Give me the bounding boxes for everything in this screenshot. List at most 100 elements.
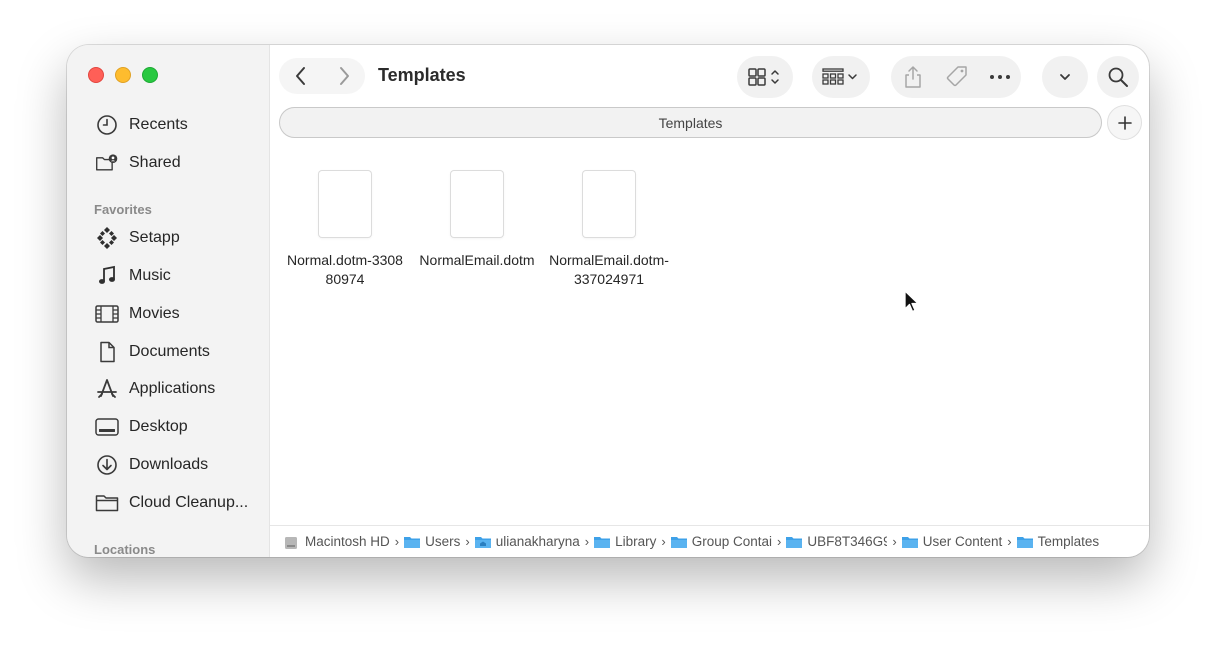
chevron-down-icon <box>1060 74 1070 80</box>
new-tab-button[interactable] <box>1108 106 1141 139</box>
sidebar-item-label: Documents <box>129 343 210 360</box>
minimize-button[interactable] <box>115 67 131 83</box>
applications-icon <box>95 377 119 401</box>
crumb-label: Templates <box>1037 534 1100 549</box>
share-icon <box>905 66 921 88</box>
file-item[interactable]: NormalEmail.dotm <box>416 171 538 270</box>
sidebar: Recents Shared Favorites Setapp Music Mo… <box>67 45 270 557</box>
path-crumb-macintosh-hd[interactable]: Macintosh HD <box>284 534 390 549</box>
search-icon <box>1108 67 1128 87</box>
sidebar-item-cloud-cleanup[interactable]: Cloud Cleanup... <box>95 488 265 518</box>
file-name: NormalEmail.dotm-337024971 <box>549 252 669 287</box>
sidebar-item-desktop[interactable]: Desktop <box>95 412 265 442</box>
path-separator: › <box>1007 534 1012 549</box>
document-file-icon <box>583 171 635 237</box>
music-note-icon <box>95 264 119 288</box>
tag-icon <box>946 66 967 87</box>
search-button[interactable] <box>1097 56 1139 98</box>
crumb-label: Group Contai <box>691 534 773 549</box>
path-crumb-user-content[interactable]: User Content <box>901 534 1003 549</box>
desktop-icon <box>95 415 119 439</box>
close-button[interactable] <box>88 67 104 83</box>
sidebar-item-downloads[interactable]: Downloads <box>95 450 265 480</box>
sidebar-item-applications[interactable]: Applications <box>95 374 265 404</box>
crumb-label: UBF8T346G9 <box>807 534 888 549</box>
sidebar-item-setapp[interactable]: Setapp <box>95 223 265 253</box>
sidebar-item-label: Music <box>129 267 171 284</box>
document-file-icon <box>319 171 371 237</box>
favorites-header: Favorites <box>94 202 152 217</box>
sidebar-item-music[interactable]: Music <box>95 261 265 291</box>
folder-icon <box>901 536 918 548</box>
file-name: NormalEmail.dotm <box>419 252 535 268</box>
locations-header: Locations <box>94 542 156 557</box>
navigation-buttons <box>279 58 365 94</box>
crumb-label: User Content <box>922 534 1003 549</box>
home-folder-icon <box>474 536 491 548</box>
sidebar-item-label: Setapp <box>129 229 180 246</box>
path-crumb-library[interactable]: Library <box>594 534 656 549</box>
path-crumb-group-id[interactable]: UBF8T346G9 <box>786 534 887 549</box>
search-area <box>1097 56 1139 98</box>
path-separator: › <box>892 534 897 549</box>
sidebar-item-movies[interactable]: Movies <box>95 299 265 329</box>
view-mode-selector[interactable] <box>737 56 793 98</box>
tab-label: Templates <box>658 114 723 131</box>
forward-button[interactable] <box>322 58 365 94</box>
clock-icon <box>95 113 119 137</box>
more-actions-button[interactable] <box>979 56 1021 98</box>
path-crumb-templates[interactable]: Templates <box>1016 534 1100 549</box>
drive-icon <box>284 536 300 549</box>
download-icon <box>95 453 119 477</box>
file-item[interactable]: Normal.dotm-330880974 <box>284 171 406 289</box>
path-separator: › <box>661 534 666 549</box>
actions-group <box>891 56 1021 98</box>
sidebar-item-label: Downloads <box>129 456 209 473</box>
path-separator: › <box>394 534 400 549</box>
document-file-icon <box>451 171 503 237</box>
chevron-right-icon <box>339 67 349 85</box>
crumb-label: ulianakharyna <box>495 534 580 549</box>
folder-icon <box>1016 536 1033 548</box>
maximize-button[interactable] <box>142 67 158 83</box>
sidebar-item-label: Recents <box>129 116 188 133</box>
folder-icon <box>594 536 611 548</box>
mouse-pointer-icon <box>904 290 919 313</box>
sidebar-item-label: Cloud Cleanup... <box>129 494 249 511</box>
file-item[interactable]: NormalEmail.dotm-337024971 <box>548 171 670 289</box>
path-crumb-users[interactable]: Users <box>404 534 460 549</box>
icon-view-button[interactable] <box>737 56 793 98</box>
crumb-label: Macintosh HD <box>305 534 390 549</box>
window-title: Templates <box>378 65 466 85</box>
ellipsis-icon <box>990 75 1010 79</box>
file-browser-content: Normal.dotm-330880974 NormalEmail.dotm N… <box>270 147 1149 525</box>
path-crumb-group-containers[interactable]: Group Contai <box>670 534 773 549</box>
tag-button[interactable] <box>935 56 979 98</box>
group-by-selector[interactable] <box>812 56 870 98</box>
sidebar-item-label: Shared <box>129 154 181 171</box>
back-button[interactable] <box>279 58 322 94</box>
folder-icon <box>786 536 803 548</box>
path-crumb-home[interactable]: ulianakharyna <box>474 534 580 549</box>
more-toolbar-items[interactable] <box>1042 56 1088 98</box>
folder-icon <box>95 491 119 515</box>
group-button[interactable] <box>812 56 870 98</box>
path-separator: › <box>584 534 590 549</box>
path-bar: Macintosh HD › Users › ulianakharyna › L… <box>270 525 1149 557</box>
share-button[interactable] <box>891 56 935 98</box>
sidebar-item-label: Desktop <box>129 418 188 435</box>
finder-window: Recents Shared Favorites Setapp Music Mo… <box>67 45 1149 557</box>
folder-icon <box>670 536 687 548</box>
tab-templates[interactable]: Templates <box>279 107 1102 138</box>
path-separator: › <box>777 534 782 549</box>
sidebar-item-shared[interactable]: Shared <box>95 148 265 178</box>
crumb-label: Library <box>615 534 657 549</box>
chevron-left-icon <box>295 67 305 85</box>
sidebar-item-label: Movies <box>129 305 180 322</box>
film-icon <box>95 302 119 326</box>
path-separator: › <box>465 534 470 549</box>
sidebar-item-recents[interactable]: Recents <box>95 110 265 140</box>
toolbar-overflow-button[interactable] <box>1042 56 1088 98</box>
sidebar-item-label: Applications <box>129 380 216 397</box>
sidebar-item-documents[interactable]: Documents <box>95 337 265 367</box>
